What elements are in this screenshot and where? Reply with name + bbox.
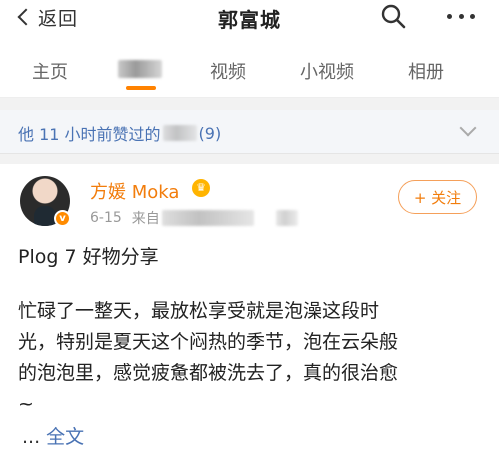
tab-album[interactable]: 相册: [408, 58, 444, 84]
liked-posts-bar[interactable]: 他 11 小时前赞过的 (9): [0, 110, 499, 154]
verified-badge-icon: v: [54, 210, 71, 227]
post-title: Plog 7 好物分享: [18, 246, 159, 268]
tab-home[interactable]: 主页: [32, 58, 68, 84]
search-icon[interactable]: [380, 3, 406, 29]
blurred-tab-label: [118, 60, 162, 78]
post-body: 忙碌了一整天，最放松享受就是泡澡这段时 光，特别是夏天这个闷热的季节，泡在云朵般…: [18, 296, 488, 420]
post-body-line: 光，特别是夏天这个闷热的季节，泡在云朵般: [18, 331, 399, 353]
post-date: 6-15: [90, 210, 122, 226]
post-body-line: 忙碌了一整天，最放松享受就是泡澡这段时: [18, 300, 380, 322]
tab-weibo[interactable]: [118, 58, 162, 79]
follow-button[interactable]: + 关注: [398, 180, 477, 214]
more-icon[interactable]: [447, 14, 475, 20]
fulltext-link[interactable]: 全文: [46, 426, 84, 448]
post-username[interactable]: 方媛 Moka: [90, 178, 179, 204]
profile-tabs: 主页 视频 小视频 相册: [0, 46, 499, 98]
blurred-source: [161, 210, 254, 226]
post-body-line: ~: [18, 393, 34, 415]
post-meta: 6-15 来自: [90, 208, 298, 228]
tab-short-video[interactable]: 小视频: [300, 58, 354, 84]
ellipsis: ...: [22, 426, 47, 448]
crown-icon: ♛: [192, 179, 210, 197]
liked-posts-text: 他 11 小时前赞过的 (9): [18, 121, 221, 145]
section-divider: [0, 154, 499, 164]
fulltext-row: ... 全文: [22, 422, 84, 449]
post-body-line: 的泡泡里，感觉疲惫都被洗去了，真的很治愈: [18, 362, 399, 384]
page-title: 郭富城: [218, 8, 281, 32]
blurred-source-extra: [275, 210, 298, 226]
chevron-down-icon[interactable]: [459, 119, 477, 137]
top-nav-bar: 返回 郭富城: [0, 0, 499, 46]
blurred-name: [162, 125, 197, 141]
active-tab-indicator: [126, 86, 156, 90]
liked-posts-label: 他 11 小时前赞过的: [18, 125, 161, 144]
post-card: v 方媛 Moka ♛ 6-15 来自 + 关注 Plog 7 好物分享 忙碌了…: [0, 164, 499, 455]
tab-video[interactable]: 视频: [210, 58, 246, 84]
post-source-prefix: 来自: [131, 211, 160, 227]
liked-posts-count: (9): [198, 123, 222, 143]
section-divider: [0, 98, 499, 110]
